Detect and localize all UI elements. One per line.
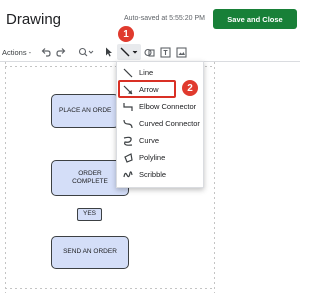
select-icon[interactable]: [104, 45, 114, 59]
menu-item-label: Line: [139, 68, 154, 77]
grid-line: [5, 62, 6, 293]
toolbar: Actions -: [0, 42, 300, 62]
undo-icon[interactable]: [40, 45, 52, 59]
shape-icon[interactable]: [143, 45, 155, 59]
drawing-title: Drawing: [6, 11, 62, 28]
menu-item-curve[interactable]: Curve: [117, 133, 205, 149]
menu-item-label: Polyline: [139, 153, 166, 162]
line-icon: [123, 68, 133, 78]
flowchart-shape-send-order[interactable]: SEND AN ORDER: [51, 236, 129, 269]
line-icon[interactable]: [117, 44, 141, 60]
app-header: Drawing Auto-saved at 5:55:20 PM Save an…: [0, 0, 300, 36]
polyline-icon: [124, 153, 133, 163]
menu-item-label: Curve: [139, 136, 160, 145]
arrow-highlight-box: [118, 80, 176, 98]
flowchart-label-yes[interactable]: YES: [77, 208, 102, 221]
menu-item-label: Elbow Connector: [139, 102, 197, 111]
scribble-icon: [123, 171, 133, 178]
elbow-connector-icon: [123, 103, 133, 111]
curved-connector-icon: [123, 119, 133, 129]
menu-item-label: Scribble: [139, 170, 167, 179]
grid-line: [214, 62, 215, 293]
menu-item-line[interactable]: Line: [117, 65, 205, 81]
actions-menu[interactable]: Actions -: [2, 45, 31, 59]
grid-line: [5, 288, 215, 289]
annotation-badge-2: 2: [182, 80, 198, 96]
menu-item-scribble[interactable]: Scribble: [117, 167, 205, 183]
autosave-status: Auto-saved at 5:55:20 PM: [124, 15, 205, 22]
flowchart-shape-place-order[interactable]: PLACE AN ORDE: [51, 94, 119, 128]
redo-icon[interactable]: [55, 45, 67, 59]
menu-item-curved-connector[interactable]: Curved Connector: [117, 116, 205, 132]
text-box-icon[interactable]: [159, 45, 171, 59]
curve-icon: [123, 136, 133, 146]
menu-item-elbow-connector[interactable]: Elbow Connector: [117, 99, 205, 115]
menu-item-label: Curved Connector: [139, 119, 200, 128]
menu-item-polyline[interactable]: Polyline: [117, 150, 205, 166]
zoom-icon[interactable]: [77, 45, 95, 59]
save-and-close-button[interactable]: Save and Close: [213, 9, 297, 29]
annotation-badge-1: 1: [118, 26, 134, 42]
image-icon[interactable]: [175, 45, 187, 59]
